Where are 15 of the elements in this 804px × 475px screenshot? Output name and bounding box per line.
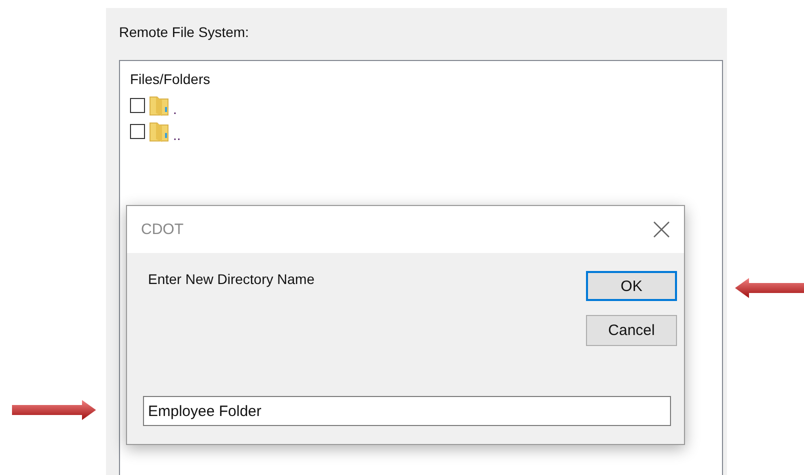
prompt-text: Enter New Directory Name [147,271,316,287]
default-button[interactable]: OK [586,271,677,301]
folder-icon [149,120,169,142]
checkbox[interactable] [130,98,145,112]
pointer-arrow [735,278,804,298]
input-field[interactable]: Employee Folder [143,396,671,426]
close-icon[interactable] [653,221,670,238]
dialog-button[interactable]: Cancel [586,315,677,346]
dialog-title: CDOT [141,221,184,238]
checkbox[interactable] [130,124,145,138]
panel-label: Remote File System: [119,24,250,40]
folder-name[interactable]: . [173,101,177,117]
folder-icon [149,94,169,116]
list-header: Files/Folders [130,71,210,87]
folder-name[interactable]: .. [173,127,181,143]
